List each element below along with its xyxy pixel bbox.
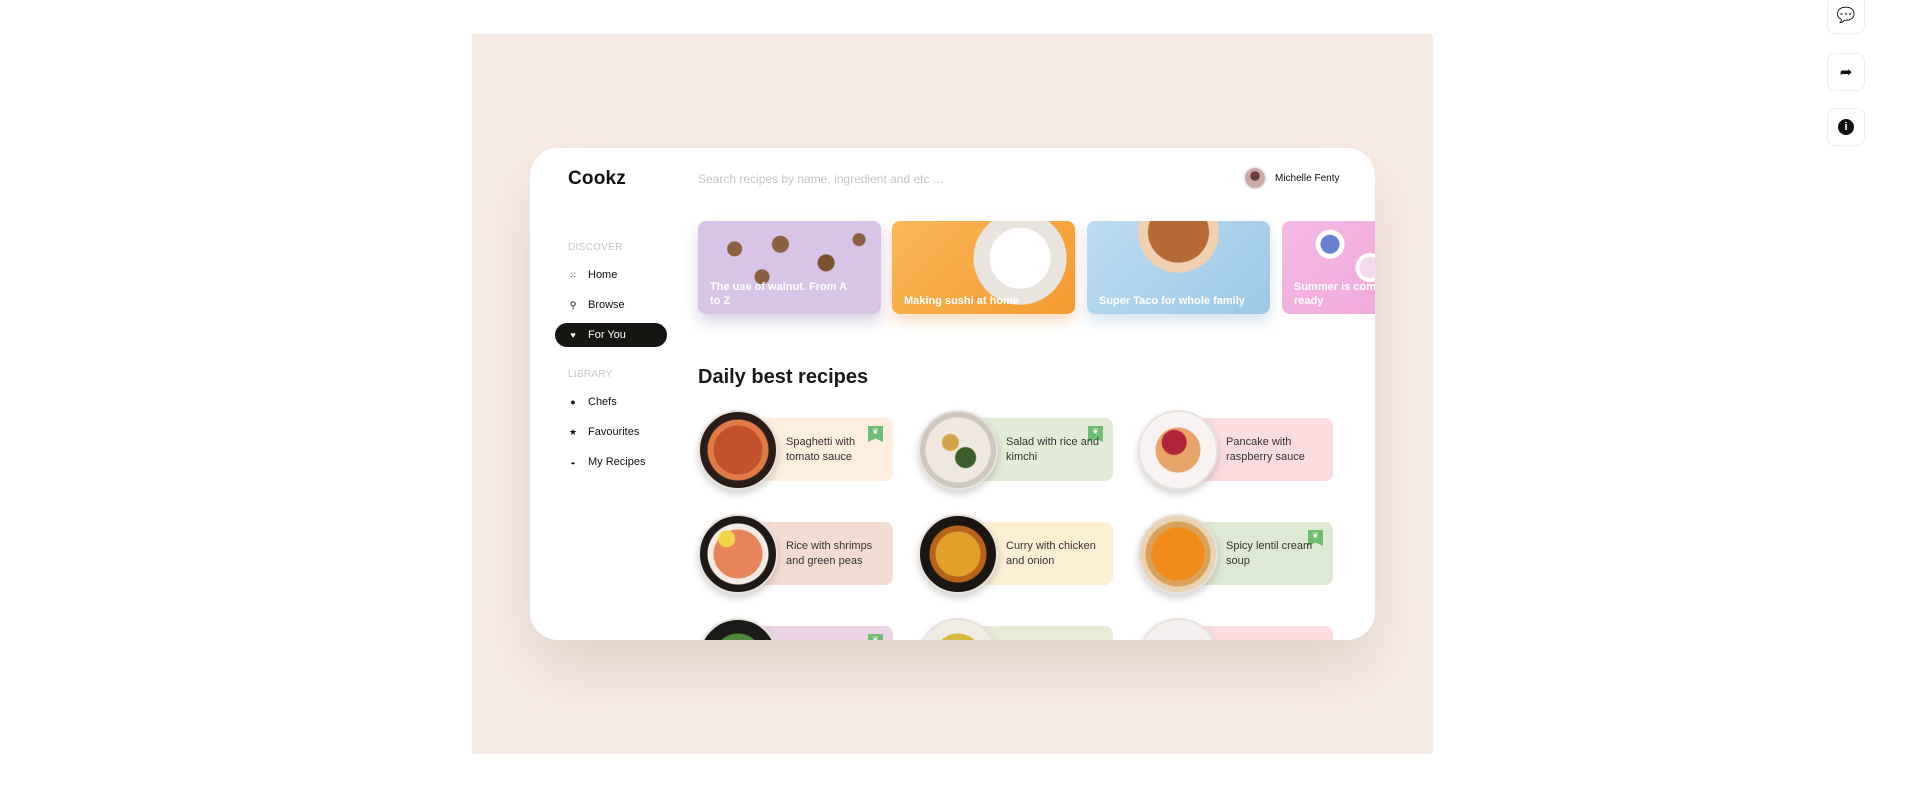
featured-card-taco[interactable]: Super Taco for whole family	[1087, 221, 1270, 314]
app-logo[interactable]: Cookz	[568, 168, 626, 190]
sidebar-item-browse[interactable]: ⚲ Browse	[555, 293, 667, 317]
dish-image	[918, 514, 998, 594]
dish-image	[698, 410, 778, 490]
sidebar-item-label: Chefs	[588, 396, 617, 408]
library-label: LIBRARY	[568, 369, 613, 380]
dish-image	[698, 618, 778, 640]
heart-icon: ♥	[570, 330, 576, 340]
user-profile[interactable]: Michelle Fenty	[1243, 166, 1339, 190]
featured-title: Making sushi at home	[904, 295, 1019, 307]
info-button[interactable]: i	[1827, 108, 1865, 146]
featured-title: The use of walnut. From A to Z	[710, 281, 847, 307]
recipe-card[interactable]: Curry with chicken and onion	[918, 514, 1113, 594]
sidebar-item-label: Home	[588, 269, 618, 281]
recipe-name: Rice with shrimps and green peas	[786, 540, 873, 567]
featured-card-summer[interactable]: Summer is coming. Be ready	[1282, 221, 1375, 314]
star-icon: ★	[568, 426, 578, 437]
featured-title: Super Taco for whole family	[1099, 295, 1245, 307]
recipe-name: Pancake with raspberry sauce	[1226, 436, 1305, 463]
dish-image	[918, 618, 998, 640]
sidebar-item-for-you[interactable]: ♥ For You	[555, 323, 667, 347]
recipe-card[interactable]: Pancake with raspberry sauce	[1138, 410, 1333, 490]
comment-button[interactable]: 💬	[1827, 0, 1865, 34]
comment-icon: 💬	[1836, 7, 1856, 24]
info-icon: i	[1838, 119, 1854, 135]
recipe-name: Salad with rice and kimchi	[1006, 436, 1099, 463]
app-window: Cookz Michelle Fenty DISCOVER ⁙ Home ⚲ B…	[530, 148, 1375, 640]
search-icon: ⚲	[569, 299, 577, 310]
recipe-name: Spicy lentil cream soup	[1226, 540, 1313, 567]
dish-image	[1138, 410, 1218, 490]
recipe-name: Curry with chicken and onion	[1006, 540, 1096, 567]
dish-image	[918, 410, 998, 490]
recipe-name: Spaghetti with tomato sauce	[786, 436, 856, 463]
dish-image	[1138, 514, 1218, 594]
sidebar-item-home[interactable]: ⁙ Home	[555, 263, 667, 287]
sidebar-item-label: Browse	[588, 299, 625, 311]
featured-card-sushi[interactable]: Making sushi at home	[892, 221, 1075, 314]
recipe-card[interactable]: ❦	[698, 618, 893, 640]
dish-image	[1138, 618, 1218, 640]
recipe-card[interactable]: Rice with shrimps and green peas	[698, 514, 893, 594]
recipe-card[interactable]	[918, 618, 1113, 640]
share-icon: ➦	[1839, 64, 1853, 81]
sidebar-item-my-recipes[interactable]: ◒ My Recipes	[555, 450, 667, 474]
recipe-card[interactable]: ❦ Spaghetti with tomato sauce	[698, 410, 893, 490]
recipe-card[interactable]: ❦ Spicy lentil cream soup	[1138, 514, 1333, 594]
sidebar-item-label: For You	[588, 329, 626, 341]
comment-count: 4	[1858, 0, 1863, 2]
featured-title: Summer is coming. Be ready	[1294, 281, 1375, 307]
sidebar-item-label: Favourites	[588, 426, 640, 438]
section-title: Daily best recipes	[698, 366, 869, 388]
recipe-card[interactable]	[1138, 618, 1333, 640]
sidebar-item-favourites[interactable]: ★ Favourites	[555, 420, 667, 444]
avatar	[1243, 166, 1267, 190]
featured-card-walnut[interactable]: The use of walnut. From A to Z	[698, 221, 881, 314]
sidebar-item-chefs[interactable]: ● Chefs	[555, 390, 667, 414]
grid-icon: ⁙	[569, 269, 577, 280]
search-input[interactable]	[698, 170, 1118, 188]
dish-image	[698, 514, 778, 594]
bookmark-icon[interactable]: ❦	[868, 634, 883, 640]
discover-label: DISCOVER	[568, 242, 623, 253]
chef-icon: ●	[570, 397, 576, 407]
pot-icon: ◒	[570, 457, 576, 467]
recipe-card[interactable]: ❦ Salad with rice and kimchi	[918, 410, 1113, 490]
sidebar-item-label: My Recipes	[588, 456, 646, 468]
user-name: Michelle Fenty	[1275, 172, 1340, 184]
share-button[interactable]: ➦	[1827, 53, 1865, 91]
